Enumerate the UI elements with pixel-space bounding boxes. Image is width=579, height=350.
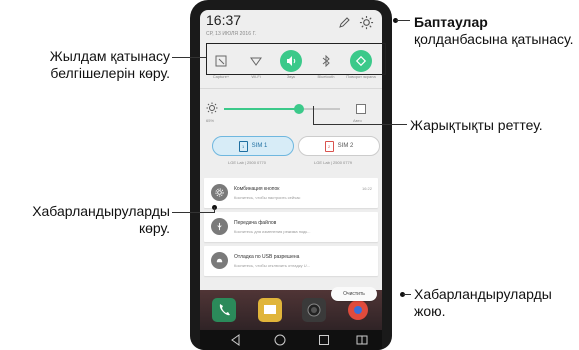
callout-line: [403, 294, 411, 295]
brightness-icon: [206, 102, 218, 114]
recents-icon[interactable]: [316, 332, 332, 348]
gear-icon[interactable]: [359, 15, 374, 30]
messages-app-icon[interactable]: [258, 298, 282, 322]
status-time: 16:37: [206, 12, 242, 28]
notification-title: Отладка по USB разрешена: [234, 254, 300, 260]
callout-quick-access: Жылдам қатынасу белгішелерін көру.: [49, 48, 170, 81]
notification-title: Передача файлов: [234, 220, 277, 226]
browser-app-icon[interactable]: [346, 298, 370, 322]
sim1-operator: LGE Lab | 2500 0770: [228, 160, 266, 165]
usb-icon: [211, 218, 228, 235]
sim-selector: 1 SIM 1 2 SIM 2 LGE Lab | 2500 0770 LGE …: [200, 136, 382, 172]
callout-line: [396, 20, 410, 21]
camera-app-icon[interactable]: [302, 298, 326, 322]
callout-clear: Хабарландыруларды жою.: [414, 286, 552, 319]
callout-line: [172, 212, 215, 213]
notification-text: Коснитесь для изменения режима подк...: [234, 229, 311, 234]
android-debug-icon: [211, 252, 228, 269]
settings-icon: [211, 184, 228, 201]
notification-text: Коснитесь, чтобы настроить сейчас: [234, 195, 301, 200]
notification-title: Комбинация кнопок: [234, 186, 280, 192]
back-icon[interactable]: [228, 332, 244, 348]
callout-line: [313, 106, 314, 124]
home-icon[interactable]: [272, 332, 288, 348]
sim-card-icon: 2: [324, 140, 334, 152]
phone-app-icon[interactable]: [212, 298, 236, 322]
callout-brightness: Жарықтықты реттеу.: [410, 117, 543, 133]
notification-time: 16:22: [361, 186, 372, 191]
callout-settings-text: қолданбасына қатынасу.: [414, 31, 574, 47]
brightness-fill: [224, 108, 299, 110]
sim1-button[interactable]: 1 SIM 1: [212, 136, 294, 156]
dual-window-icon[interactable]: [354, 332, 370, 348]
clear-notifications-button[interactable]: Очистить: [331, 287, 377, 301]
status-date: СР, 13 ИЮЛЯ 2016 Г.: [206, 31, 257, 37]
sim2-button[interactable]: 2 SIM 2: [298, 136, 380, 156]
auto-brightness-checkbox[interactable]: [356, 104, 366, 114]
sim-card-icon: 1: [238, 140, 248, 152]
sim1-label: SIM 1: [251, 143, 268, 149]
edit-icon[interactable]: [337, 16, 351, 30]
notification-item[interactable]: Отладка по USB разрешена Коснитесь, чтоб…: [204, 246, 378, 276]
callout-line: [172, 57, 206, 58]
quick-settings-highlight: [206, 43, 386, 75]
notification-item[interactable]: Комбинация кнопок Коснитесь, чтобы настр…: [204, 178, 378, 208]
brightness-percent: 65%: [206, 118, 215, 123]
notification-item[interactable]: Передача файлов Коснитесь для изменения …: [204, 212, 378, 242]
navigation-bar: [200, 330, 382, 350]
notification-text: Коснитесь, чтобы отключить отладку U...: [234, 263, 310, 268]
callout-notifications: Хабарландыруларды көру.: [32, 203, 170, 236]
brightness-slider-thumb[interactable]: [294, 104, 304, 114]
sim2-label: SIM 2: [337, 143, 354, 149]
auto-brightness-label: Авто: [353, 118, 362, 123]
callout-settings-title: Баптаулар: [414, 14, 488, 30]
callout-line: [313, 124, 407, 125]
callout-settings: Баптаулар қолданбасына қатынасу.: [414, 14, 574, 48]
sim2-operator: LGE Lab | 2500 0779: [314, 160, 352, 165]
